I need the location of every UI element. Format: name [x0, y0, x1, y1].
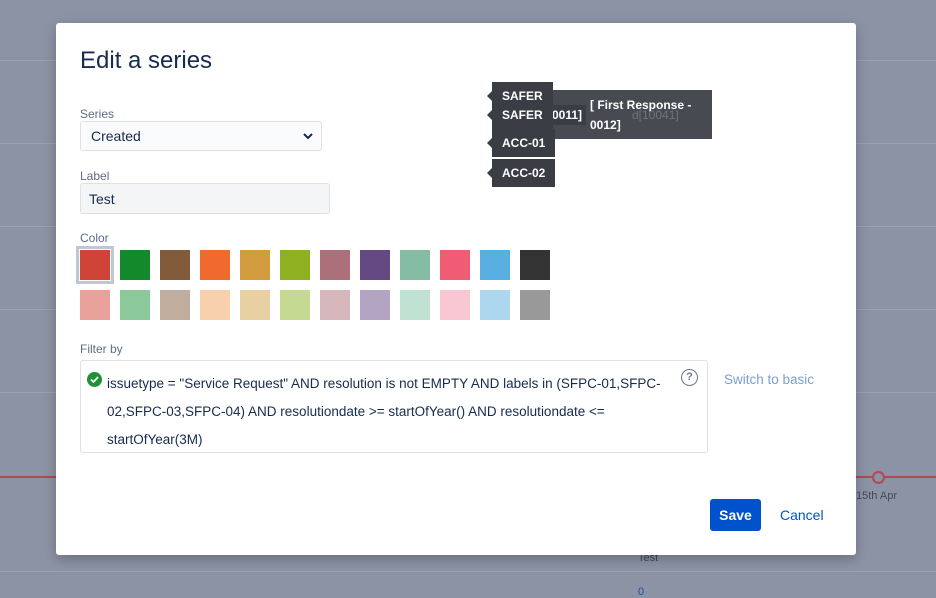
color-swatch[interactable] — [80, 290, 110, 320]
cancel-button[interactable]: Cancel — [780, 507, 824, 523]
color-swatch[interactable] — [160, 290, 190, 320]
color-swatch[interactable] — [120, 250, 150, 280]
tooltip: SAFER — [487, 101, 553, 129]
color-swatch[interactable] — [200, 290, 230, 320]
label-field-label: Label — [80, 169, 110, 183]
color-swatch[interactable] — [360, 250, 390, 280]
chevron-down-icon — [303, 122, 313, 161]
tooltip: ACC-02 — [486, 159, 556, 187]
jql-filter-input[interactable]: issuetype = "Service Request" AND resolu… — [80, 360, 708, 453]
color-swatch[interactable] — [440, 250, 470, 280]
series-label: Series — [80, 107, 115, 121]
color-swatch[interactable] — [440, 290, 470, 320]
chart-x-label: 15th Apr — [856, 490, 897, 502]
color-swatch[interactable] — [480, 250, 510, 280]
switch-to-basic-link[interactable]: Switch to basic — [724, 372, 814, 387]
color-swatch[interactable] — [520, 250, 550, 280]
tooltip-text: d[10041] — [632, 108, 679, 122]
value-label: 0 — [638, 586, 645, 598]
dialog-title: Edit a series — [80, 47, 213, 74]
tooltip: ACC-01 — [486, 129, 556, 157]
color-swatch[interactable] — [76, 246, 114, 284]
edit-series-dialog: Edit a series Series Created Label Color… — [56, 23, 856, 555]
tooltip-fragment: 0011] — [548, 105, 587, 125]
color-swatch[interactable] — [320, 290, 350, 320]
jql-query-text: issuetype = "Service Request" AND resolu… — [107, 376, 661, 447]
color-swatch-row-2 — [80, 290, 550, 320]
color-swatch[interactable] — [480, 290, 510, 320]
color-swatch[interactable] — [120, 290, 150, 320]
color-swatch[interactable] — [160, 250, 190, 280]
color-swatch-row-1 — [76, 246, 550, 284]
tooltip-text: 0012] — [590, 118, 621, 132]
label-input[interactable] — [80, 183, 330, 214]
series-select-value: Created — [91, 128, 141, 144]
color-label: Color — [80, 231, 109, 245]
color-swatch[interactable] — [520, 290, 550, 320]
help-icon[interactable]: ? — [681, 369, 698, 386]
color-swatch[interactable] — [360, 290, 390, 320]
series-select[interactable]: Created — [80, 121, 322, 151]
color-swatch[interactable] — [200, 250, 230, 280]
color-swatch[interactable] — [280, 290, 310, 320]
color-swatch[interactable] — [320, 250, 350, 280]
color-swatch[interactable] — [240, 290, 270, 320]
grid-line — [0, 571, 936, 572]
color-swatch[interactable] — [400, 290, 430, 320]
chart-point — [872, 471, 885, 484]
valid-check-icon — [87, 372, 102, 387]
color-swatch[interactable] — [400, 250, 430, 280]
color-swatch[interactable] — [280, 250, 310, 280]
color-swatch[interactable] — [240, 250, 270, 280]
save-button[interactable]: Save — [710, 499, 761, 531]
filter-label: Filter by — [80, 342, 123, 356]
